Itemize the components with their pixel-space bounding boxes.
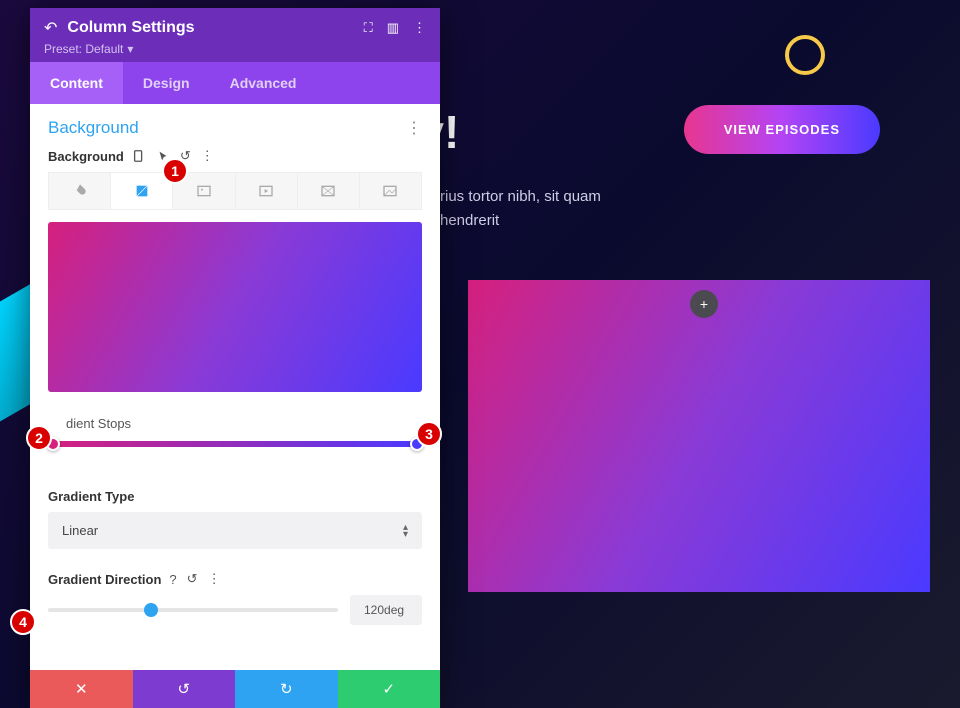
background-field-label: Background [48,149,124,164]
section-title: Background [48,118,139,138]
back-icon[interactable]: ↶ [44,18,57,38]
annotation-1: 1 [162,158,188,184]
undo-icon: ↺ [177,680,190,698]
redo-button[interactable]: ↻ [235,670,338,708]
preset-label: Preset: Default [44,42,123,56]
tab-advanced[interactable]: Advanced [210,62,317,104]
bg-type-mask[interactable] [360,173,421,209]
save-button[interactable]: ✓ [338,670,441,708]
panel-content: Background ⋮ Background ↺ ⋮ [30,104,440,670]
annotation-2: 2 [26,425,52,451]
direction-value-input[interactable]: 120deg [350,595,422,625]
annotation-4: 4 [10,609,36,635]
help-icon[interactable]: ? [169,572,176,587]
decor-ring [785,35,825,75]
bg-type-video[interactable] [236,173,298,209]
section-menu-icon[interactable]: ⋮ [406,118,422,138]
gradient-type-label: Gradient Type [48,489,422,504]
page-canvas: lay! rius tortor nibh, sit quam hendreri… [0,0,960,708]
cancel-button[interactable]: ✕ [30,670,133,708]
hero-paragraph: rius tortor nibh, sit quam hendrerit [440,185,660,233]
settings-panel: ↶ Column Settings ⛶ ▥ ⋮ Preset: Default … [30,8,440,708]
bg-type-pattern[interactable] [298,173,360,209]
field-menu-icon[interactable]: ⋮ [201,148,214,164]
plus-icon: + [700,296,708,312]
annotation-3: 3 [416,421,442,447]
menu-dots-icon[interactable]: ⋮ [413,20,426,36]
bg-type-color[interactable] [49,173,111,209]
tab-content[interactable]: Content [30,62,123,104]
gradient-stops-label: dient Stops [66,416,131,431]
direction-slider-handle[interactable] [144,603,158,617]
column-preview-box[interactable] [468,280,930,592]
tab-design[interactable]: Design [123,62,210,104]
reset-direction-icon[interactable]: ↺ [187,571,198,587]
gradient-type-select[interactable]: Linear ▴▾ [48,512,422,549]
preset-dropdown[interactable]: Preset: Default ▾ [44,42,426,56]
direction-slider[interactable] [48,608,338,612]
chevron-updown-icon: ▴▾ [403,524,408,538]
direction-menu-icon[interactable]: ⋮ [208,571,221,587]
gradient-preview[interactable] [48,222,422,392]
panel-tabs: Content Design Advanced [30,62,440,104]
undo-button[interactable]: ↺ [133,670,236,708]
caret-down-icon: ▾ [127,42,133,56]
view-episodes-button[interactable]: VIEW EPISODES [684,105,880,154]
scan-icon[interactable]: ⛶ [364,20,373,36]
gradient-stops-slider[interactable] [48,441,422,447]
check-icon: ✓ [382,680,395,698]
layout-icon[interactable]: ▥ [387,20,399,36]
panel-footer: ✕ ↺ ↻ ✓ [30,670,440,708]
background-type-tabs [48,172,422,210]
gradient-type-value: Linear [62,523,98,538]
responsive-icon[interactable] [132,149,146,163]
gradient-direction-label: Gradient Direction [48,572,161,587]
panel-title: Column Settings [67,19,353,37]
panel-header: ↶ Column Settings ⛶ ▥ ⋮ Preset: Default … [30,8,440,62]
add-module-button[interactable]: + [690,290,718,318]
redo-icon: ↻ [280,680,293,698]
close-icon: ✕ [75,680,88,698]
